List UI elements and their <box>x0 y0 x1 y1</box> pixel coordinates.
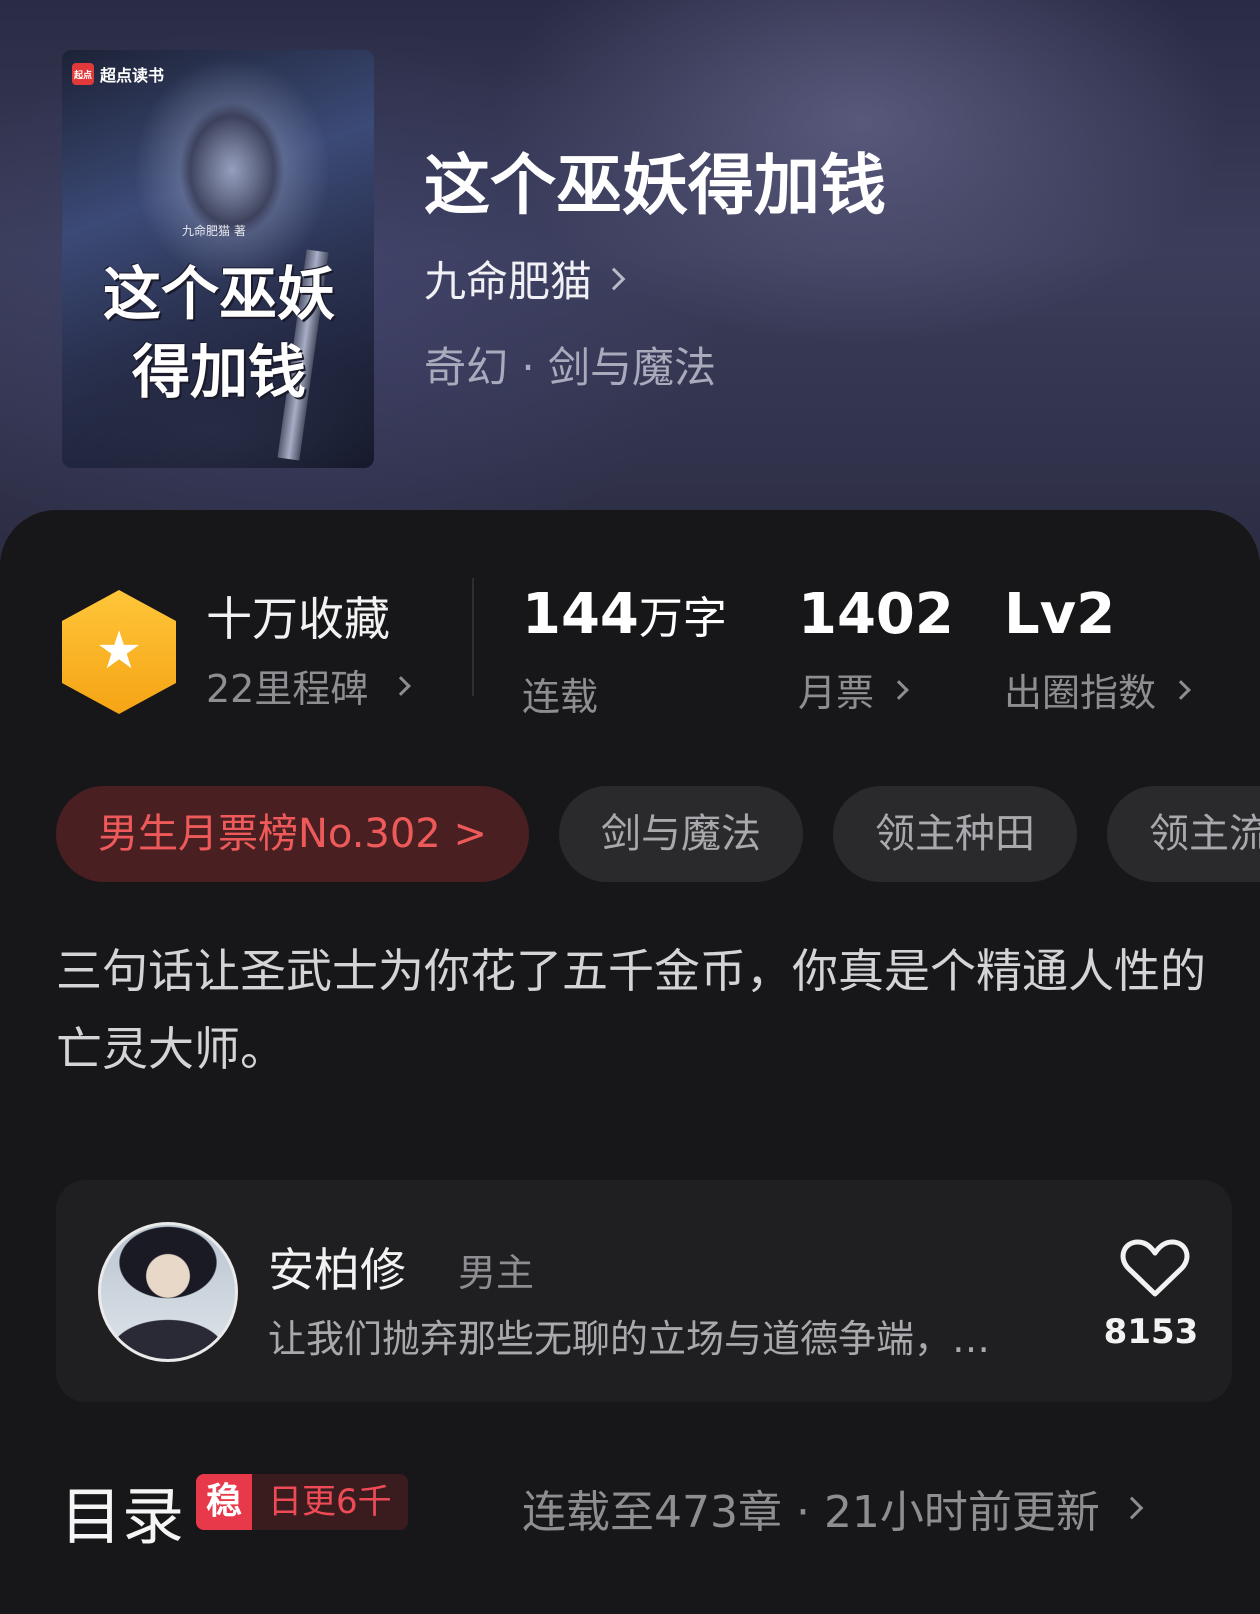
tag-item[interactable]: 领主种田 <box>832 786 1077 882</box>
star-icon: ★ <box>95 621 143 681</box>
author-name: 九命肥猫 <box>424 257 593 306</box>
word-unit: 万字 <box>638 593 727 644</box>
stat-monthly-tickets[interactable]: 1402 月票 <box>798 582 954 717</box>
chevron-right-icon <box>889 679 909 700</box>
ticket-count: 1402 <box>798 582 954 647</box>
cover-author: 九命肥猫 著 <box>182 224 246 238</box>
serial-status: 连载 <box>522 675 599 719</box>
chevron-right-icon <box>1171 679 1191 700</box>
author-link[interactable]: 九命肥猫 <box>424 248 626 309</box>
character-card[interactable]: 安柏修 男主 让我们抛弃那些无聊的立场与道德争端，… 8153 <box>56 1180 1232 1402</box>
heart-icon[interactable] <box>1120 1238 1190 1298</box>
stable-badge-value: 日更6千 <box>268 1482 392 1522</box>
word-count: 144 <box>522 582 639 647</box>
milestone-badge[interactable]: ★ <box>62 590 176 714</box>
chevron-right-icon <box>391 675 412 696</box>
toc-update-info[interactable]: 连载至473章 · 21小时前更新 <box>522 1476 1144 1540</box>
like-count: 8153 <box>1103 1312 1199 1352</box>
stat-collection[interactable]: 十万收藏 22里程碑 <box>206 590 412 713</box>
stat-popularity-index[interactable]: Lv2 出圈指数 <box>1004 582 1191 717</box>
chapter-status: 连载至473章 · 21小时前更新 <box>522 1487 1100 1538</box>
book-genre: 奇幻 · 剑与魔法 <box>424 343 717 392</box>
stable-badge-key: 稳 <box>196 1474 252 1530</box>
index-level: Lv2 <box>1004 582 1116 647</box>
brand-logo-icon: 起点 <box>72 63 94 85</box>
chevron-right-icon <box>1120 1496 1144 1520</box>
stat-divider <box>472 578 474 696</box>
ticket-label: 月票 <box>798 671 875 715</box>
tag-item[interactable]: 领主流 <box>1106 786 1260 882</box>
chevron-right-icon <box>602 267 626 290</box>
character-role: 男主 <box>458 1251 535 1295</box>
character-quote: 让我们抛弃那些无聊的立场与道德争端，… <box>268 1317 991 1361</box>
character-avatar[interactable] <box>98 1222 238 1362</box>
toc-title[interactable]: 目录 <box>60 1466 184 1556</box>
update-badge: 稳 日更6千 <box>196 1474 408 1530</box>
index-label: 出圈指数 <box>1004 671 1157 715</box>
rank-tag[interactable]: 男生月票榜No.302 > <box>56 786 529 882</box>
milestone-count: 22里程碑 <box>206 667 369 711</box>
book-cover[interactable]: 起点 超点读书 九命肥猫 著 这个巫妖得加钱 <box>62 50 374 468</box>
book-header: 起点 超点读书 九命肥猫 著 这个巫妖得加钱 这个巫妖得加钱 九命肥猫 奇幻 ·… <box>0 0 1260 560</box>
cover-brand: 起点 超点读书 <box>72 62 164 86</box>
cover-title: 这个巫妖得加钱 <box>102 260 335 406</box>
tag-list: 男生月票榜No.302 > 剑与魔法 领主种田 领主流 <box>56 786 1260 882</box>
character-name: 安柏修 <box>268 1243 406 1297</box>
tag-item[interactable]: 剑与魔法 <box>558 786 803 882</box>
cover-brand-text: 超点读书 <box>100 66 165 85</box>
book-title: 这个巫妖得加钱 <box>424 146 886 224</box>
stat-words: 144万字 连载 <box>522 582 727 721</box>
collection-title: 十万收藏 <box>206 592 390 646</box>
book-synopsis[interactable]: 三句话让圣武士为你花了五千金币，你真是个精通人性的亡灵大师。 <box>56 932 1216 1088</box>
